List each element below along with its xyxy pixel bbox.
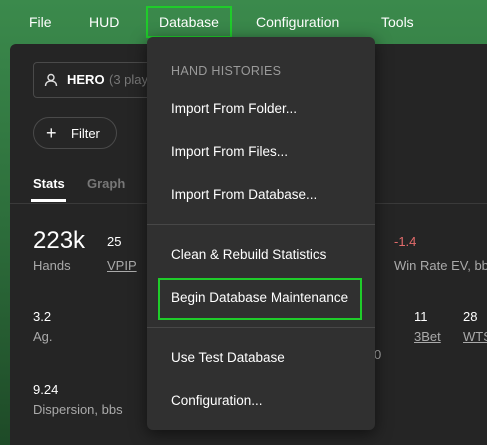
player-count: (3 play bbox=[109, 72, 149, 87]
hands-label: Hands bbox=[33, 258, 71, 273]
database-dropdown-menu: HAND HISTORIES Import From Folder... Imp… bbox=[147, 37, 375, 430]
menu-item-import-folder[interactable]: Import From Folder... bbox=[171, 101, 297, 116]
menu-item-import-files[interactable]: Import From Files... bbox=[171, 144, 288, 159]
user-icon bbox=[44, 73, 58, 87]
ag-value: 3.2 bbox=[33, 309, 52, 324]
threebet-label[interactable]: 3Bet bbox=[414, 329, 441, 344]
menu-item-use-test-database[interactable]: Use Test Database bbox=[171, 350, 285, 365]
menu-item-begin-maintenance[interactable]: Begin Database Maintenance bbox=[171, 290, 348, 305]
vpip-label[interactable]: VPIP bbox=[107, 258, 137, 273]
menu-file[interactable]: File bbox=[18, 6, 63, 38]
dispersion-label: Dispersion, bbs bbox=[33, 402, 123, 417]
menu-item-import-database[interactable]: Import From Database... bbox=[171, 187, 317, 202]
winrate-label: Win Rate EV, bb/ bbox=[394, 258, 487, 273]
plus-icon: + bbox=[46, 123, 57, 143]
threebet-value: 11 bbox=[414, 309, 428, 324]
menu-tools[interactable]: Tools bbox=[370, 6, 425, 38]
tab-stats[interactable]: Stats bbox=[33, 176, 65, 191]
player-name: HERO bbox=[67, 72, 105, 87]
active-tab-indicator bbox=[31, 199, 66, 202]
menu-configuration[interactable]: Configuration bbox=[245, 6, 350, 38]
menu-separator bbox=[147, 327, 375, 328]
menu-database[interactable]: Database bbox=[146, 6, 232, 38]
menu-item-configuration[interactable]: Configuration... bbox=[171, 393, 263, 408]
tab-graph[interactable]: Graph bbox=[87, 176, 125, 191]
wts-value: 28 bbox=[463, 309, 478, 324]
hands-value: 223k bbox=[33, 227, 86, 254]
winrate-value: -1.4 bbox=[394, 234, 417, 249]
menu-separator bbox=[147, 224, 375, 225]
vpip-value: 25 bbox=[107, 234, 122, 249]
menu-hud[interactable]: HUD bbox=[78, 6, 130, 38]
ag-label: Ag. bbox=[33, 329, 53, 344]
dispersion-value: 9.24 bbox=[33, 382, 59, 397]
partial-stat-value: 0 bbox=[374, 347, 382, 362]
filter-button[interactable]: + Filter bbox=[33, 117, 117, 149]
menu-item-clean-rebuild[interactable]: Clean & Rebuild Statistics bbox=[171, 247, 326, 262]
filter-label: Filter bbox=[71, 126, 100, 141]
hand-histories-header: HAND HISTORIES bbox=[171, 64, 282, 78]
wts-label[interactable]: WTS bbox=[463, 329, 487, 344]
